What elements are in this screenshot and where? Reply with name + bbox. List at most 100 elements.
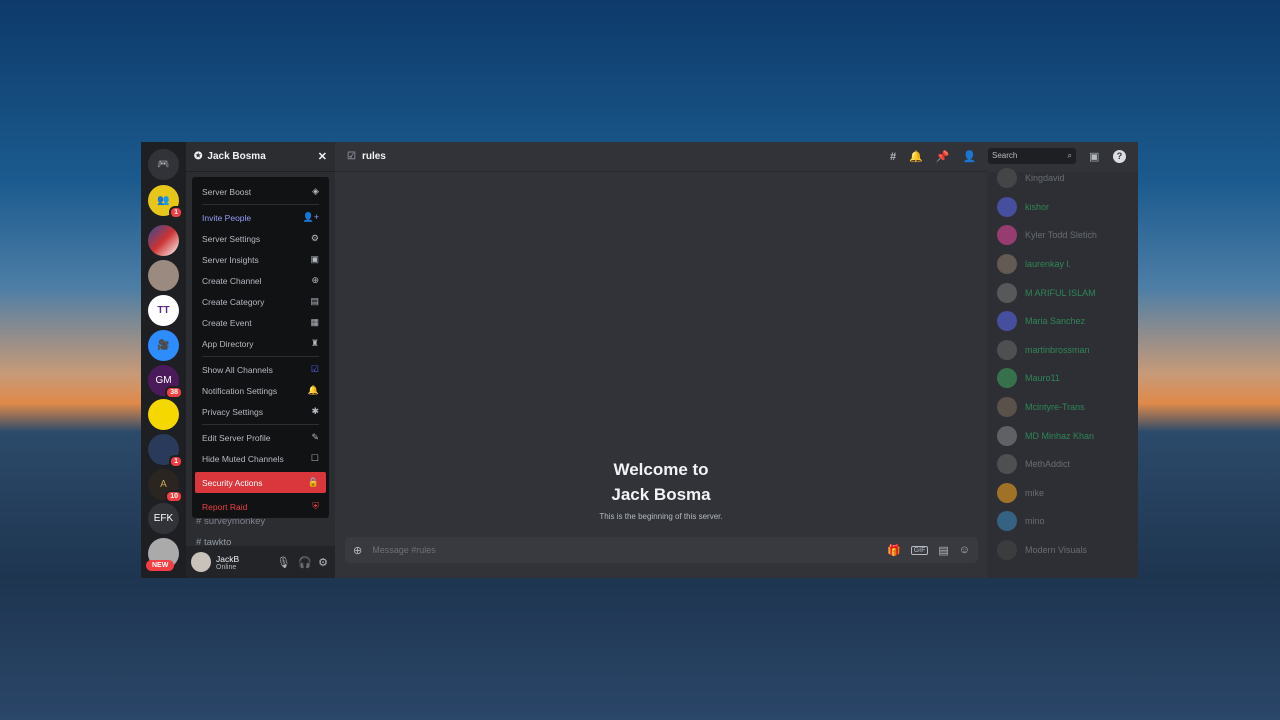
emoji-icon[interactable]: ☺ [959, 544, 970, 556]
member-name: MD Minhaz Khan [1025, 430, 1095, 441]
gif-button[interactable]: GIF [910, 545, 929, 555]
menu-item-label: Create Category [202, 296, 265, 307]
user-panel: JackB Online 🎙 🎧 ⚙ [186, 546, 335, 578]
menu-item-server-boost[interactable]: Server Boost ◈ [197, 181, 324, 202]
menu-item-label: Edit Server Profile [202, 432, 271, 443]
menu-item-icon: ◈ [312, 186, 319, 196]
member-avatar [997, 454, 1017, 475]
server-header[interactable]: ✪ Jack Bosma ✕ [186, 142, 335, 172]
menu-item-label: Server Boost [202, 186, 252, 197]
gift-icon[interactable]: 🎁 [887, 544, 901, 557]
pin-icon[interactable]: 📌 [936, 150, 950, 163]
menu-item-icon: ▣ [310, 254, 319, 264]
member-avatar [997, 282, 1017, 303]
server-efk[interactable]: EFK [148, 503, 179, 534]
menu-item-icon: ♜ [310, 338, 319, 348]
menu-item-label: App Directory [202, 338, 254, 349]
message-input[interactable]: Message #rules [372, 545, 877, 555]
menu-item-icon: ⚙ [310, 233, 319, 243]
server-a[interactable]: A 10 [148, 469, 183, 503]
menu-item-icon: ⛨ [312, 501, 319, 511]
member-list-item[interactable]: Kingdavid [987, 164, 1138, 193]
menu-item-label: Server Settings [202, 233, 261, 244]
menu-item-server-settings[interactable]: Server Settings ⚙ [197, 228, 324, 249]
help-icon[interactable]: ? [1113, 150, 1126, 163]
bell-icon[interactable]: 🔔 [909, 150, 923, 163]
channel-header: ☑ rules # 🔔 📌 👤 [335, 142, 987, 172]
member-list-item[interactable]: mino [987, 507, 1138, 536]
add-attachment-icon[interactable]: ⊕ [353, 544, 362, 557]
menu-item-icon: ✱ [311, 406, 319, 416]
member-list-item[interactable]: MD Minhaz Khan [987, 421, 1138, 450]
discord-home-icon[interactable]: 🎮 [148, 149, 179, 180]
sticker-icon[interactable]: ▤ [938, 544, 948, 557]
member-list-item[interactable]: M ARIFUL ISLAM [987, 278, 1138, 307]
menu-item-create-event[interactable]: Create Event ▦ [197, 312, 324, 333]
member-name: Mcintyre-Trans [1025, 402, 1085, 413]
member-name: laurenkay l. [1025, 259, 1072, 270]
close-menu-icon[interactable]: ✕ [318, 150, 327, 163]
member-avatar [997, 482, 1017, 503]
username: JackB [216, 553, 240, 564]
menu-item-server-insights[interactable]: Server Insights ▣ [197, 249, 324, 270]
member-name: Kyler Todd Sletich [1025, 230, 1097, 241]
welcome-title: Welcome to Jack Bosma [335, 457, 987, 507]
settings-gear-icon[interactable]: ⚙ [318, 556, 328, 569]
unread-badge: 1 [169, 206, 183, 219]
avatar[interactable] [191, 552, 211, 572]
unread-badge: 1 [169, 455, 183, 468]
member-name: Kingdavid [1025, 173, 1065, 184]
menu-item-security-actions[interactable]: Security Actions 🔒 [195, 472, 326, 493]
server-zoom[interactable]: 🎥 [148, 330, 179, 361]
menu-divider [202, 204, 319, 205]
menu-item-icon: ☑ [310, 364, 319, 374]
search-icon: ⌕ [1067, 151, 1072, 160]
member-list-item[interactable]: Kyler Todd Sletich [987, 221, 1138, 250]
member-name: kishor [1025, 201, 1050, 212]
member-list-icon[interactable]: 👤 [963, 150, 977, 163]
menu-item-privacy-settings[interactable]: Privacy Settings ✱ [197, 401, 324, 422]
menu-item-invite-people[interactable]: Invite People 👤+ [197, 207, 324, 228]
member-list-item[interactable]: Mcintyre-Trans [987, 393, 1138, 422]
menu-item-create-channel[interactable]: Create Channel ⊕ [197, 270, 324, 291]
microphone-icon[interactable]: 🎙 [276, 556, 290, 569]
welcome-line-1: Welcome to [613, 460, 709, 479]
member-avatar [997, 397, 1017, 418]
server-rail: 🎮 👥 1 TT 🎥 GM 38 1 A 10 EFK NEW [141, 142, 186, 578]
server-usa[interactable] [148, 225, 179, 256]
threads-icon[interactable]: # [890, 151, 896, 163]
message-composer[interactable]: ⊕ Message #rules 🎁 GIF ▤ ☺ [345, 537, 978, 563]
member-list-item[interactable]: mike [987, 479, 1138, 508]
menu-item-label: Report Raid [202, 501, 248, 512]
member-list-item[interactable]: MethAddict [987, 450, 1138, 479]
server-person[interactable] [148, 260, 179, 291]
menu-item-label: Create Event [202, 317, 252, 328]
server-tt[interactable]: TT [148, 295, 179, 326]
member-list-item[interactable]: Maria Sanchez [987, 307, 1138, 336]
member-list-item[interactable]: Modern Visuals [987, 536, 1138, 565]
menu-item-report-raid[interactable]: Report Raid ⛨ [197, 496, 324, 517]
member-list-item[interactable]: martinbrossman [987, 336, 1138, 365]
menu-item-edit-server-profile[interactable]: Edit Server Profile ✎ [197, 427, 324, 448]
menu-item-create-category[interactable]: Create Category ▤ [197, 291, 324, 312]
member-list-item[interactable]: Mauro11 [987, 364, 1138, 393]
menu-item-app-directory[interactable]: App Directory ♜ [197, 333, 324, 354]
menu-item-icon: ⊕ [311, 275, 319, 285]
menu-item-notification-settings[interactable]: Notification Settings 🔔 [197, 380, 324, 401]
menu-item-show-all-channels[interactable]: Show All Channels ☑ [197, 359, 324, 380]
member-avatar [997, 339, 1017, 360]
server-dropdown-menu: Server Boost ◈ Invite People 👤+ Server Setti… [192, 177, 329, 518]
member-list: Kingdavid kishor Kyler Todd Sletich laurenk… [987, 168, 1138, 578]
member-list-item[interactable]: laurenkay l. [987, 250, 1138, 279]
server-gm[interactable]: GM 38 [148, 365, 183, 399]
inbox-icon[interactable]: ▣ [1089, 150, 1099, 163]
server-friends[interactable]: 👥 1 [148, 185, 183, 219]
member-name: mike [1025, 487, 1045, 498]
new-badge: NEW [146, 560, 175, 571]
menu-item-hide-muted-channels[interactable]: Hide Muted Channels ☐ [197, 448, 324, 469]
headphones-icon[interactable]: 🎧 [298, 556, 312, 569]
member-list-item[interactable]: kishor [987, 193, 1138, 222]
server-military[interactable]: 1 [148, 434, 183, 468]
search-input[interactable]: Search ⌕ [988, 148, 1076, 164]
server-yellow[interactable] [148, 399, 179, 430]
